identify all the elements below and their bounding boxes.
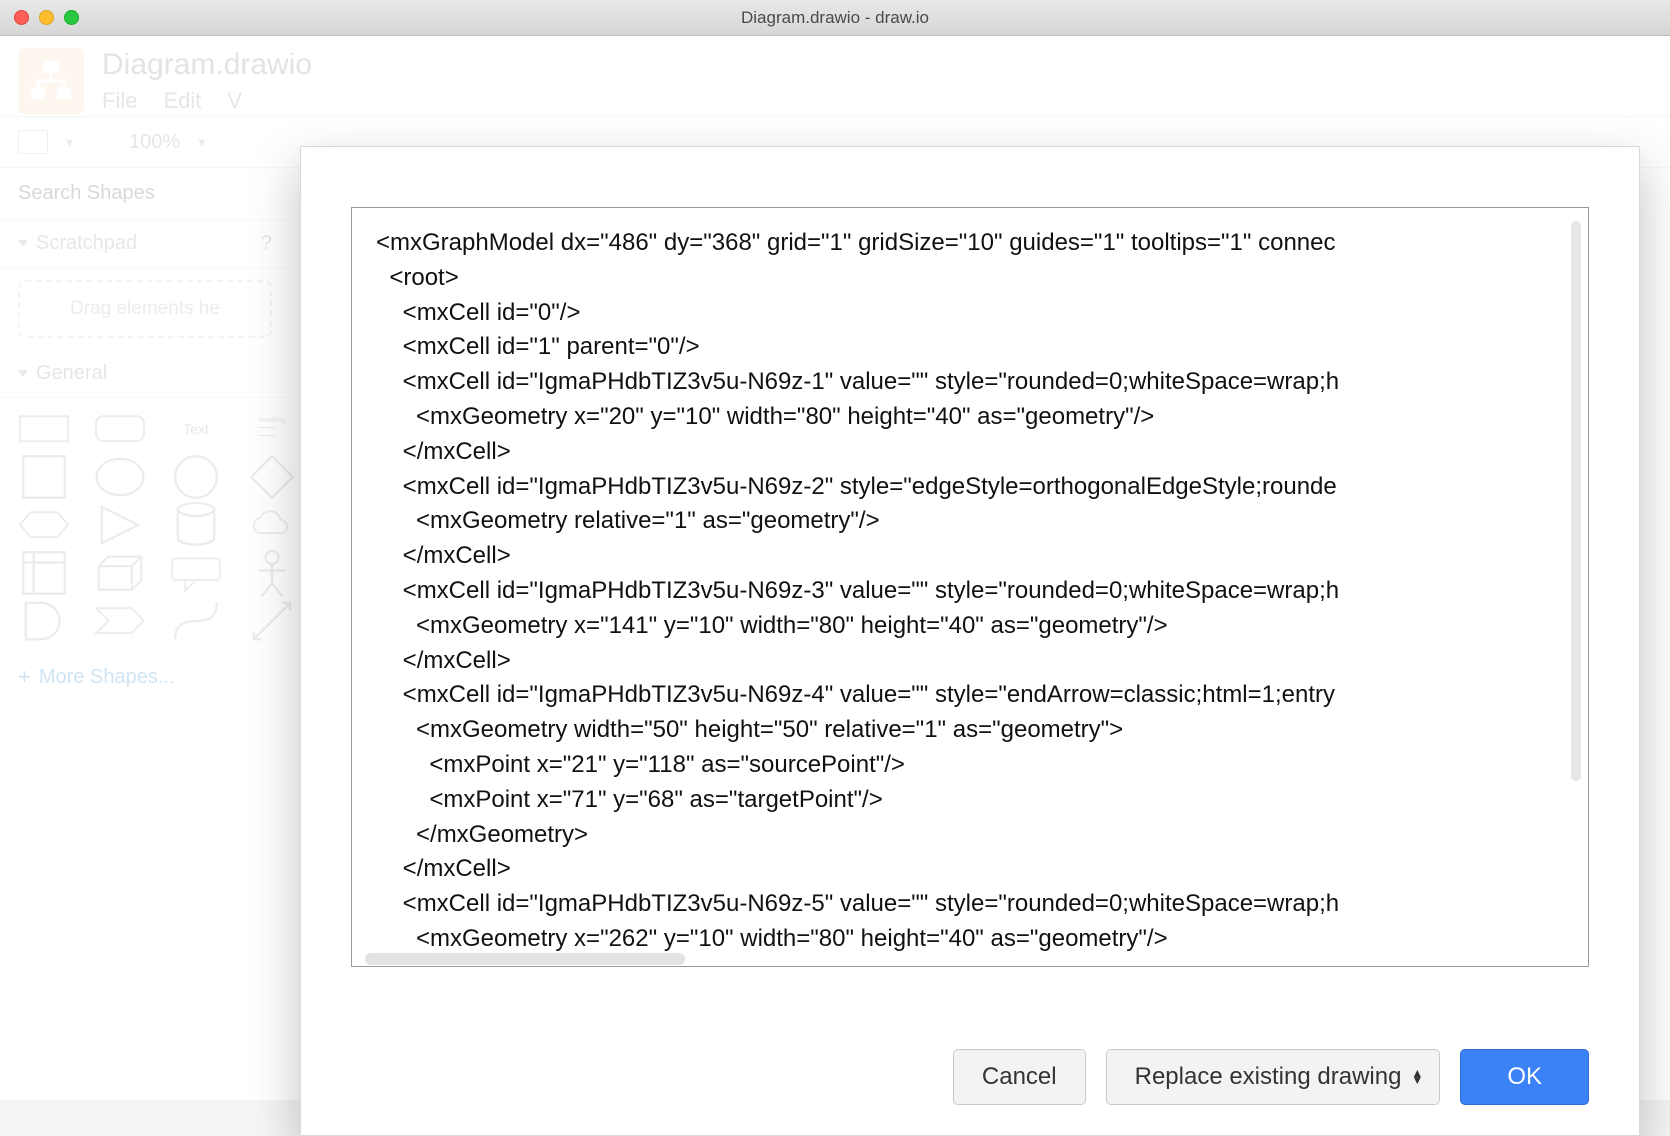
- shape-bidirectional-arrow[interactable]: [246, 602, 298, 640]
- xml-textarea[interactable]: [351, 207, 1589, 967]
- shape-internal-storage[interactable]: [18, 554, 70, 592]
- shape-triangle[interactable]: [94, 506, 146, 544]
- scratchpad-hint: Drag elements he: [70, 298, 220, 320]
- sidebar: Scratchpad ? Drag elements he General Te…: [0, 168, 290, 702]
- shape-cylinder[interactable]: [170, 506, 222, 544]
- more-shapes-link[interactable]: + More Shapes...: [0, 652, 290, 702]
- shape-and[interactable]: [18, 602, 70, 640]
- shape-ellipse[interactable]: [94, 458, 146, 496]
- shape-text[interactable]: Text: [170, 410, 222, 448]
- app-logo-icon: [18, 48, 84, 114]
- shape-diamond[interactable]: [246, 458, 298, 496]
- general-section[interactable]: General: [0, 350, 290, 398]
- window-title: Diagram.drawio - draw.io: [0, 8, 1670, 28]
- chevron-down-icon: [18, 370, 28, 377]
- ok-button[interactable]: OK: [1460, 1049, 1589, 1105]
- chevron-down-icon: [18, 240, 28, 247]
- scrollbar-vertical[interactable]: [1571, 221, 1581, 781]
- more-shapes-label: More Shapes...: [39, 666, 175, 689]
- replace-mode-label: Replace existing drawing: [1135, 1063, 1402, 1091]
- zoom-value[interactable]: 100%: [129, 131, 180, 154]
- shape-curve[interactable]: [170, 602, 222, 640]
- layout-dropdown-caret-icon[interactable]: ▾: [66, 134, 73, 151]
- document-title: Diagram.drawio: [102, 48, 312, 82]
- shape-cloud[interactable]: [246, 506, 298, 544]
- shape-rectangle[interactable]: [18, 410, 70, 448]
- general-label: General: [36, 362, 107, 385]
- plus-icon: +: [18, 664, 31, 690]
- scratchpad-section[interactable]: Scratchpad ?: [0, 220, 290, 268]
- search-shapes-input[interactable]: [0, 168, 290, 220]
- select-updown-icon: ▲▼: [1411, 1070, 1423, 1084]
- scrollbar-horizontal[interactable]: [365, 953, 685, 965]
- shape-callout[interactable]: [170, 554, 222, 592]
- scratchpad-label: Scratchpad: [36, 232, 137, 255]
- shape-circle[interactable]: [170, 458, 222, 496]
- menu-view-truncated[interactable]: V: [227, 88, 242, 114]
- scratchpad-help-icon[interactable]: ?: [261, 232, 272, 255]
- shape-hexagon[interactable]: [18, 506, 70, 544]
- shape-square[interactable]: [18, 458, 70, 496]
- menu-file[interactable]: File: [102, 88, 137, 114]
- scratchpad-drop-area[interactable]: Drag elements he: [18, 280, 272, 338]
- shape-cube[interactable]: [94, 554, 146, 592]
- shape-actor[interactable]: [246, 554, 298, 592]
- shapes-palette: Text Heading━━━━━━━━: [0, 398, 290, 652]
- menu-edit[interactable]: Edit: [163, 88, 201, 114]
- shape-step[interactable]: [94, 602, 146, 640]
- shape-heading[interactable]: Heading━━━━━━━━: [246, 410, 298, 448]
- shape-rounded-rect[interactable]: [94, 410, 146, 448]
- edit-xml-dialog: Cancel Replace existing drawing ▲▼ OK: [300, 146, 1640, 1136]
- window-titlebar: Diagram.drawio - draw.io: [0, 0, 1670, 36]
- zoom-dropdown-caret-icon[interactable]: ▾: [198, 134, 205, 151]
- dialog-footer: Cancel Replace existing drawing ▲▼ OK: [301, 1027, 1639, 1135]
- menu-bar: File Edit V: [102, 88, 312, 114]
- replace-mode-select[interactable]: Replace existing drawing ▲▼: [1106, 1049, 1441, 1105]
- layout-icon[interactable]: [18, 130, 48, 154]
- cancel-button[interactable]: Cancel: [953, 1049, 1086, 1105]
- app-header: Diagram.drawio File Edit V: [0, 36, 1670, 116]
